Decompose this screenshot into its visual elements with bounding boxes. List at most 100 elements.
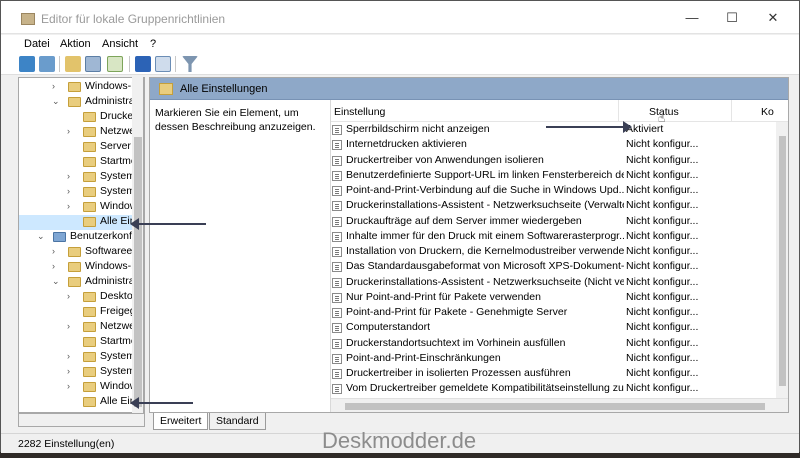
tree-expand-chevron-icon[interactable]: › xyxy=(67,321,75,331)
list-scroll-thumb[interactable] xyxy=(779,136,786,386)
tree-item[interactable]: › System xyxy=(19,350,135,365)
menu-help[interactable]: ? xyxy=(150,38,156,50)
help-icon[interactable] xyxy=(135,56,151,72)
tree-item[interactable]: › Desktop xyxy=(19,290,139,305)
tree-scroll-thumb[interactable] xyxy=(134,137,142,407)
tree-item[interactable]: Alle Einste xyxy=(19,215,144,230)
tree-item[interactable]: › Windows- xyxy=(19,380,144,395)
menu-datei[interactable]: Datei xyxy=(24,38,50,50)
list-hscroll-thumb[interactable] xyxy=(345,403,765,410)
settings-row[interactable]: Inhalte immer für den Druck mit einem So… xyxy=(331,229,776,245)
tree-item[interactable]: Server xyxy=(19,140,134,155)
setting-name: Das Standardausgabeformat von Microsoft … xyxy=(346,260,624,273)
settings-row[interactable]: Druckerstandortsuchtext im Vorhinein aus… xyxy=(331,336,776,352)
settings-row[interactable]: Druckertreiber von Anwendungen isolieren… xyxy=(331,153,776,169)
back-arrow-icon[interactable] xyxy=(19,56,35,72)
tree-item[interactable]: › Windows- xyxy=(19,200,144,215)
tree-expand-chevron-icon[interactable]: › xyxy=(67,291,75,301)
close-button[interactable]: ✕ xyxy=(758,7,788,29)
tree-expand-chevron-icon[interactable]: › xyxy=(52,81,60,91)
settings-row[interactable]: Das Standardausgabeformat von Microsoft … xyxy=(331,259,776,275)
tree-item[interactable]: Startmenü xyxy=(19,155,144,170)
tree-expand-chevron-icon[interactable]: › xyxy=(52,261,60,271)
tree-vertical-scrollbar[interactable] xyxy=(132,77,144,413)
column-header-comment[interactable]: Ko xyxy=(761,106,774,118)
menu-ansicht[interactable]: Ansicht xyxy=(102,38,138,50)
tree-item-label: Server xyxy=(100,140,131,152)
minimize-button[interactable]: — xyxy=(677,7,707,29)
settings-row[interactable]: Druckertreiber in isolierten Prozessen a… xyxy=(331,366,776,382)
folder-icon xyxy=(83,337,96,347)
tree-item[interactable]: Freigegeb xyxy=(19,305,144,320)
tree-item[interactable]: › Systemste xyxy=(19,365,144,380)
tree-item[interactable]: ⌄ Administrative xyxy=(19,95,144,110)
up-folder-icon[interactable] xyxy=(65,56,81,72)
settings-row[interactable]: Point-and-Print-Verbindung auf die Suche… xyxy=(331,183,776,199)
list-vertical-scrollbar[interactable] xyxy=(776,122,788,398)
tree-expand-chevron-icon[interactable]: › xyxy=(67,381,75,391)
list-horizontal-scrollbar[interactable] xyxy=(331,398,788,412)
settings-row[interactable]: Sperrbildschirm nicht anzeigen Aktiviert xyxy=(331,122,776,138)
tab-standard[interactable]: Standard xyxy=(209,413,266,430)
maximize-button[interactable]: ☐ xyxy=(717,7,747,29)
setting-name: Druckerstandortsuchtext im Vorhinein aus… xyxy=(346,336,566,349)
folder-icon xyxy=(83,307,96,317)
setting-status: Nicht konfigur... xyxy=(626,260,699,273)
tree-expand-chevron-icon[interactable]: › xyxy=(67,351,75,361)
column-divider[interactable] xyxy=(618,100,619,122)
tab-erweitert[interactable]: Erweitert xyxy=(153,413,209,430)
tree-item[interactable]: › System xyxy=(19,170,135,185)
window-title: Editor für lokale Gruppenrichtlinien xyxy=(41,12,226,26)
tree-item[interactable]: › Netzwerk xyxy=(19,320,144,335)
folder-icon xyxy=(83,172,96,182)
tree-item[interactable]: Startmenü xyxy=(19,335,144,350)
title-bar: Editor für lokale Gruppenrichtlinien — ☐… xyxy=(1,1,799,34)
settings-row[interactable]: Benutzerdefinierte Support-URL im linken… xyxy=(331,168,776,184)
show-hide-tree-icon[interactable] xyxy=(85,56,101,72)
tree-item[interactable]: ›Softwareeinste xyxy=(19,245,144,260)
settings-row[interactable]: Point-and-Print-Einschränkungen Nicht kon… xyxy=(331,351,776,367)
column-divider[interactable] xyxy=(731,100,732,122)
export-list-icon[interactable] xyxy=(107,56,123,72)
tree-expand-chevron-icon[interactable]: ⌄ xyxy=(52,96,60,107)
filter-icon[interactable] xyxy=(182,56,198,72)
forward-arrow-icon[interactable] xyxy=(39,56,55,72)
settings-row[interactable]: Vom Druckertreiber gemeldete Kompatibili… xyxy=(331,381,776,397)
settings-row[interactable]: Internetdrucken aktivieren Nicht konfigur… xyxy=(331,137,776,153)
properties-icon[interactable] xyxy=(155,56,171,72)
settings-row[interactable]: Druckerinstallations-Assistent - Netzwer… xyxy=(331,275,776,291)
column-header-setting[interactable]: Einstellung xyxy=(334,106,385,118)
tree-expand-chevron-icon[interactable]: › xyxy=(67,171,75,181)
settings-row[interactable]: Installation von Druckern, die Kernelmod… xyxy=(331,244,776,260)
tree-expand-chevron-icon[interactable]: › xyxy=(67,366,75,376)
policy-setting-icon xyxy=(332,247,342,257)
toolbar-separator xyxy=(59,56,60,72)
tree-item[interactable]: › Systemste xyxy=(19,185,144,200)
tree-expand-chevron-icon[interactable]: › xyxy=(67,186,75,196)
tree-item[interactable]: Alle Einste xyxy=(19,395,144,410)
settings-row[interactable]: Druckerinstallations-Assistent - Netzwer… xyxy=(331,198,776,214)
tree-item[interactable]: Drucker xyxy=(19,110,137,125)
tree-expand-chevron-icon[interactable]: › xyxy=(67,201,75,211)
tree-expand-chevron-icon[interactable]: › xyxy=(52,246,60,256)
policy-setting-icon xyxy=(332,155,342,166)
tree-horizontal-scrollbar[interactable] xyxy=(18,413,145,427)
tree-item[interactable]: ⌄ Administrative xyxy=(19,275,144,290)
tree-item[interactable]: › Netzwerk xyxy=(19,125,144,140)
settings-row[interactable]: Druckaufträge auf dem Server immer wiede… xyxy=(331,214,776,230)
policy-setting-icon xyxy=(332,262,342,273)
setting-name: Druckaufträge auf dem Server immer wiede… xyxy=(346,214,582,227)
tree-expand-chevron-icon[interactable]: › xyxy=(67,126,75,136)
folder-icon xyxy=(83,127,96,137)
tree-expand-chevron-icon[interactable]: ⌄ xyxy=(52,276,60,287)
setting-status: Nicht konfigur... xyxy=(626,138,699,151)
settings-row[interactable]: Nur Point-and-Print für Pakete verwenden… xyxy=(331,290,776,306)
settings-row[interactable]: Point-and-Print für Pakete - Genehmigte … xyxy=(331,305,776,321)
tree-expand-chevron-icon[interactable]: ⌄ xyxy=(37,231,45,242)
menu-aktion[interactable]: Aktion xyxy=(60,38,91,50)
policy-setting-icon xyxy=(332,384,342,395)
tree-item[interactable]: › Windows-Eins xyxy=(19,80,144,95)
tree-item[interactable]: › Windows-Eins xyxy=(19,260,144,275)
tree-item[interactable]: ⌄ Benutzerkonfigur xyxy=(19,230,144,245)
settings-row[interactable]: Computerstandort Nicht konfigur... xyxy=(331,320,776,336)
